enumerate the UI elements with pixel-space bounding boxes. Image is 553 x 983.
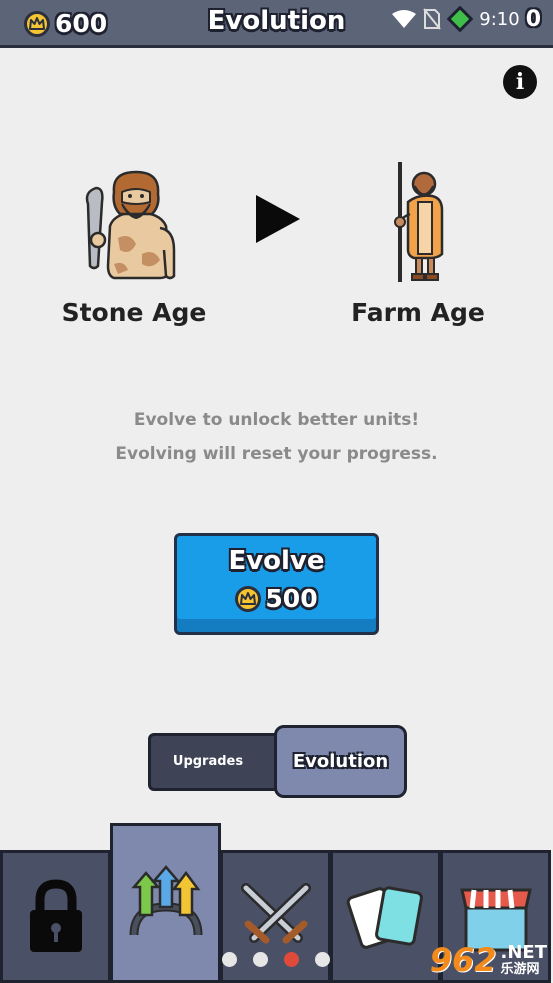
evolution-arrows-icon bbox=[129, 865, 202, 936]
description-line-1: Evolve to unlock better units! bbox=[133, 410, 420, 430]
nav-tab-cards[interactable] bbox=[330, 850, 441, 983]
next-age-label: Farm Age bbox=[351, 298, 485, 327]
farmer-icon bbox=[308, 150, 528, 286]
gem-icon bbox=[447, 6, 474, 32]
page-dot[interactable] bbox=[222, 952, 237, 967]
gem-count: 0 bbox=[525, 6, 541, 32]
play-arrow-icon bbox=[256, 195, 300, 243]
description-line-2: Evolving will reset your progress. bbox=[115, 444, 438, 464]
no-sim-icon bbox=[423, 8, 442, 30]
top-bar: 600 Evolution 9:10 0 bbox=[0, 0, 553, 48]
crown-coin-icon bbox=[235, 585, 262, 612]
watermark-sub: 乐游网 bbox=[500, 961, 540, 977]
evolve-cost-value: 500 bbox=[265, 584, 318, 613]
evolve-button-label: Evolve bbox=[228, 546, 325, 576]
info-icon: i bbox=[515, 69, 525, 95]
evolve-button[interactable]: Evolve 500 bbox=[174, 533, 379, 635]
crossed-swords-icon bbox=[240, 882, 311, 943]
evolve-cost: 500 bbox=[177, 584, 376, 613]
current-age-label: Stone Age bbox=[61, 298, 207, 327]
status-bar: 9:10 0 bbox=[391, 6, 541, 32]
page-dot-active[interactable] bbox=[284, 952, 299, 967]
nav-tab-locked[interactable] bbox=[0, 850, 111, 983]
page-dot[interactable] bbox=[253, 952, 268, 967]
status-time: 9:10 bbox=[479, 8, 520, 30]
tab-upgrades[interactable]: Upgrades bbox=[148, 733, 288, 791]
page-indicator bbox=[222, 952, 330, 967]
current-age: Stone Age bbox=[24, 150, 244, 327]
caveman-icon bbox=[24, 150, 244, 286]
nav-tab-evolution[interactable] bbox=[110, 823, 221, 983]
watermark-suffix: .NET bbox=[500, 941, 547, 963]
page-dot[interactable] bbox=[315, 952, 330, 967]
cards-icon bbox=[346, 885, 423, 949]
lock-icon bbox=[29, 878, 82, 952]
watermark: 962 .NET 乐游网 bbox=[430, 941, 547, 979]
wifi-icon bbox=[392, 10, 417, 28]
info-button[interactable]: i bbox=[503, 65, 537, 99]
tab-evolution[interactable]: Evolution bbox=[274, 725, 407, 798]
next-age: Farm Age bbox=[308, 150, 528, 327]
watermark-brand: 962 bbox=[429, 941, 497, 979]
